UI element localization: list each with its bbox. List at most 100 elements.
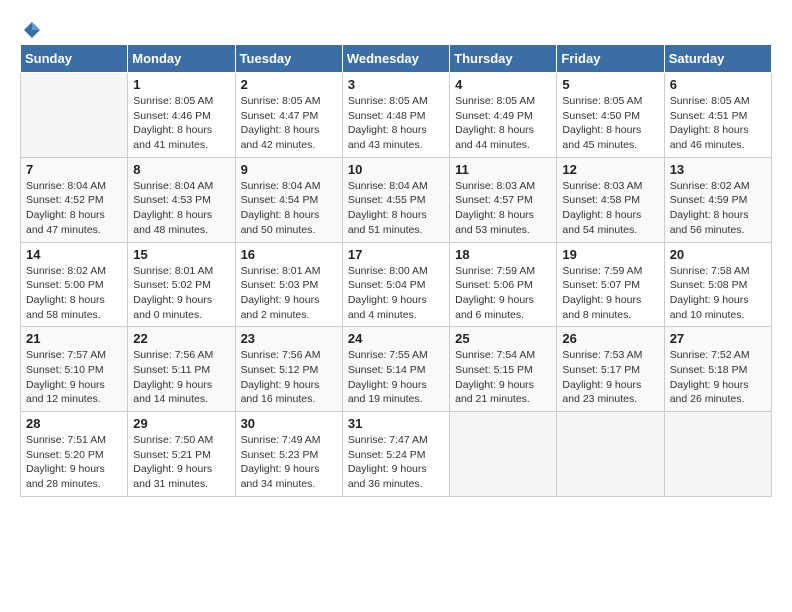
day-info: Sunrise: 8:01 AMSunset: 5:02 PMDaylight:… <box>133 264 229 323</box>
day-cell <box>664 412 771 497</box>
week-row-5: 28Sunrise: 7:51 AMSunset: 5:20 PMDayligh… <box>21 412 772 497</box>
sunrise: Sunrise: 8:04 AM <box>133 180 213 192</box>
day-cell: 7Sunrise: 8:04 AMSunset: 4:52 PMDaylight… <box>21 157 128 242</box>
daylight: Daylight: 8 hours and 51 minutes. <box>348 209 427 236</box>
day-cell: 30 Sunrise: 7:49 AMSunset: 5:23 PMDayligh… <box>235 412 342 497</box>
day-cell: 16Sunrise: 8:01 AMSunset: 5:03 PMDayligh… <box>235 242 342 327</box>
sunrise: Sunrise: 7:49 AM <box>241 434 321 446</box>
day-number: 4 <box>455 77 551 92</box>
day-cell: 15Sunrise: 8:01 AMSunset: 5:02 PMDayligh… <box>128 242 235 327</box>
day-cell: 6Sunrise: 8:05 AMSunset: 4:51 PMDaylight… <box>664 73 771 158</box>
daylight: Daylight: 8 hours and 56 minutes. <box>670 209 749 236</box>
sunset: Sunset: 4:52 PM <box>26 194 104 206</box>
daylight: Daylight: 8 hours and 54 minutes. <box>562 209 641 236</box>
sunset: Sunset: 5:18 PM <box>670 364 748 376</box>
calendar-body: 1Sunrise: 8:05 AMSunset: 4:46 PMDaylight… <box>21 73 772 497</box>
daylight: Daylight: 9 hours and 10 minutes. <box>670 294 749 321</box>
sunset: Sunset: 5:03 PM <box>241 279 319 291</box>
day-number: 10 <box>348 162 444 177</box>
day-info: Sunrise: 8:04 AMSunset: 4:53 PMDaylight:… <box>133 179 229 238</box>
calendar: SundayMondayTuesdayWednesdayThursdayFrid… <box>20 44 772 497</box>
calendar-header: SundayMondayTuesdayWednesdayThursdayFrid… <box>21 45 772 73</box>
day-cell: 25Sunrise: 7:54 AMSunset: 5:15 PMDayligh… <box>450 327 557 412</box>
day-header-monday: Monday <box>128 45 235 73</box>
sunset: Sunset: 4:50 PM <box>562 110 640 122</box>
sunset: Sunset: 4:54 PM <box>241 194 319 206</box>
daylight: Daylight: 9 hours and 21 minutes. <box>455 379 534 406</box>
day-info: Sunrise: 8:00 AMSunset: 5:04 PMDaylight:… <box>348 264 444 323</box>
day-number: 26 <box>562 331 658 346</box>
sunset: Sunset: 5:24 PM <box>348 449 426 461</box>
day-number: 20 <box>670 247 766 262</box>
day-cell: 10 Sunrise: 8:04 AM Sunset: 4:55 PM Dayligh… <box>342 157 449 242</box>
day-number: 17 <box>348 247 444 262</box>
logo-icon <box>22 20 42 40</box>
day-number: 8 <box>133 162 229 177</box>
daylight: Daylight: 9 hours and 6 minutes. <box>455 294 534 321</box>
day-number: 27 <box>670 331 766 346</box>
daylight: Daylight: 8 hours and 43 minutes. <box>348 124 427 151</box>
sunrise: Sunrise: 8:02 AM <box>670 180 750 192</box>
sunrise: Sunrise: 8:01 AM <box>241 265 321 277</box>
day-info: Sunrise: 7:49 AMSunset: 5:23 PMDaylight:… <box>241 433 337 492</box>
day-info: Sunrise: 7:55 AMSunset: 5:14 PMDaylight:… <box>348 348 444 407</box>
day-number: 14 <box>26 247 122 262</box>
week-row-2: 7Sunrise: 8:04 AMSunset: 4:52 PMDaylight… <box>21 157 772 242</box>
sunset: Sunset: 4:58 PM <box>562 194 640 206</box>
daylight: Daylight: 8 hours and 58 minutes. <box>26 294 105 321</box>
daylight: Daylight: 9 hours and 34 minutes. <box>241 463 320 490</box>
sunset: Sunset: 5:14 PM <box>348 364 426 376</box>
sunrise: Sunrise: 7:53 AM <box>562 349 642 361</box>
daylight: Daylight: 8 hours and 44 minutes. <box>455 124 534 151</box>
day-number: 5 <box>562 77 658 92</box>
sunset: Sunset: 4:59 PM <box>670 194 748 206</box>
day-cell: 14Sunrise: 8:02 AMSunset: 5:00 PMDayligh… <box>21 242 128 327</box>
daylight: Daylight: 9 hours and 26 minutes. <box>670 379 749 406</box>
day-number: 19 <box>562 247 658 262</box>
sunrise: Sunrise: 8:04 AM <box>241 180 321 192</box>
day-number: 12 <box>562 162 658 177</box>
day-number: 9 <box>241 162 337 177</box>
day-number: 6 <box>670 77 766 92</box>
daylight: Daylight: 9 hours and 12 minutes. <box>26 379 105 406</box>
sunrise: Sunrise: 8:05 AM <box>670 95 750 107</box>
sunset: Sunset: 5:08 PM <box>670 279 748 291</box>
sunrise: Sunrise: 8:04 AM <box>348 180 428 192</box>
day-info: Sunrise: 8:05 AMSunset: 4:49 PMDaylight:… <box>455 94 551 153</box>
day-info: Sunrise: 8:03 AM Sunset: 4:58 PM Daylight:… <box>562 179 658 238</box>
sunset: Sunset: 4:57 PM <box>455 194 533 206</box>
sunrise: Sunrise: 8:05 AM <box>241 95 321 107</box>
sunset: Sunset: 5:15 PM <box>455 364 533 376</box>
day-info: Sunrise: 7:47 AMSunset: 5:24 PMDaylight:… <box>348 433 444 492</box>
day-info: Sunrise: 7:53 AMSunset: 5:17 PMDaylight:… <box>562 348 658 407</box>
day-cell: 27Sunrise: 7:52 AMSunset: 5:18 PMDayligh… <box>664 327 771 412</box>
day-cell <box>21 73 128 158</box>
day-info: Sunrise: 8:05 AMSunset: 4:51 PMDaylight:… <box>670 94 766 153</box>
logo <box>20 20 44 34</box>
sunset: Sunset: 5:00 PM <box>26 279 104 291</box>
sunrise: Sunrise: 7:50 AM <box>133 434 213 446</box>
sunset: Sunset: 4:51 PM <box>670 110 748 122</box>
day-info: Sunrise: 8:04 AMSunset: 4:52 PMDaylight:… <box>26 179 122 238</box>
day-cell: 5Sunrise: 8:05 AMSunset: 4:50 PMDaylight… <box>557 73 664 158</box>
day-number: 2 <box>241 77 337 92</box>
daylight: Daylight: 9 hours and 16 minutes. <box>241 379 320 406</box>
sunrise: Sunrise: 8:05 AM <box>455 95 535 107</box>
day-number: 21 <box>26 331 122 346</box>
daylight: Daylight: 9 hours and 23 minutes. <box>562 379 641 406</box>
day-info: Sunrise: 8:04 AM Sunset: 4:55 PM Daylight:… <box>348 179 444 238</box>
daylight: Daylight: 8 hours and 48 minutes. <box>133 209 212 236</box>
day-cell: 18Sunrise: 7:59 AMSunset: 5:06 PMDayligh… <box>450 242 557 327</box>
day-header-wednesday: Wednesday <box>342 45 449 73</box>
daylight: Daylight: 9 hours and 8 minutes. <box>562 294 641 321</box>
day-number: 30 <box>241 416 337 431</box>
sunset: Sunset: 4:47 PM <box>241 110 319 122</box>
daylight: Daylight: 9 hours and 28 minutes. <box>26 463 105 490</box>
sunrise: Sunrise: 8:03 AM <box>562 180 642 192</box>
day-info: Sunrise: 8:05 AMSunset: 4:47 PMDaylight:… <box>241 94 337 153</box>
day-info: Sunrise: 8:02 AM Sunset: 4:59 PM Daylight:… <box>670 179 766 238</box>
sunset: Sunset: 5:02 PM <box>133 279 211 291</box>
sunset: Sunset: 4:55 PM <box>348 194 426 206</box>
day-info: Sunrise: 7:56 AMSunset: 5:11 PMDaylight:… <box>133 348 229 407</box>
day-info: Sunrise: 7:57 AMSunset: 5:10 PMDaylight:… <box>26 348 122 407</box>
